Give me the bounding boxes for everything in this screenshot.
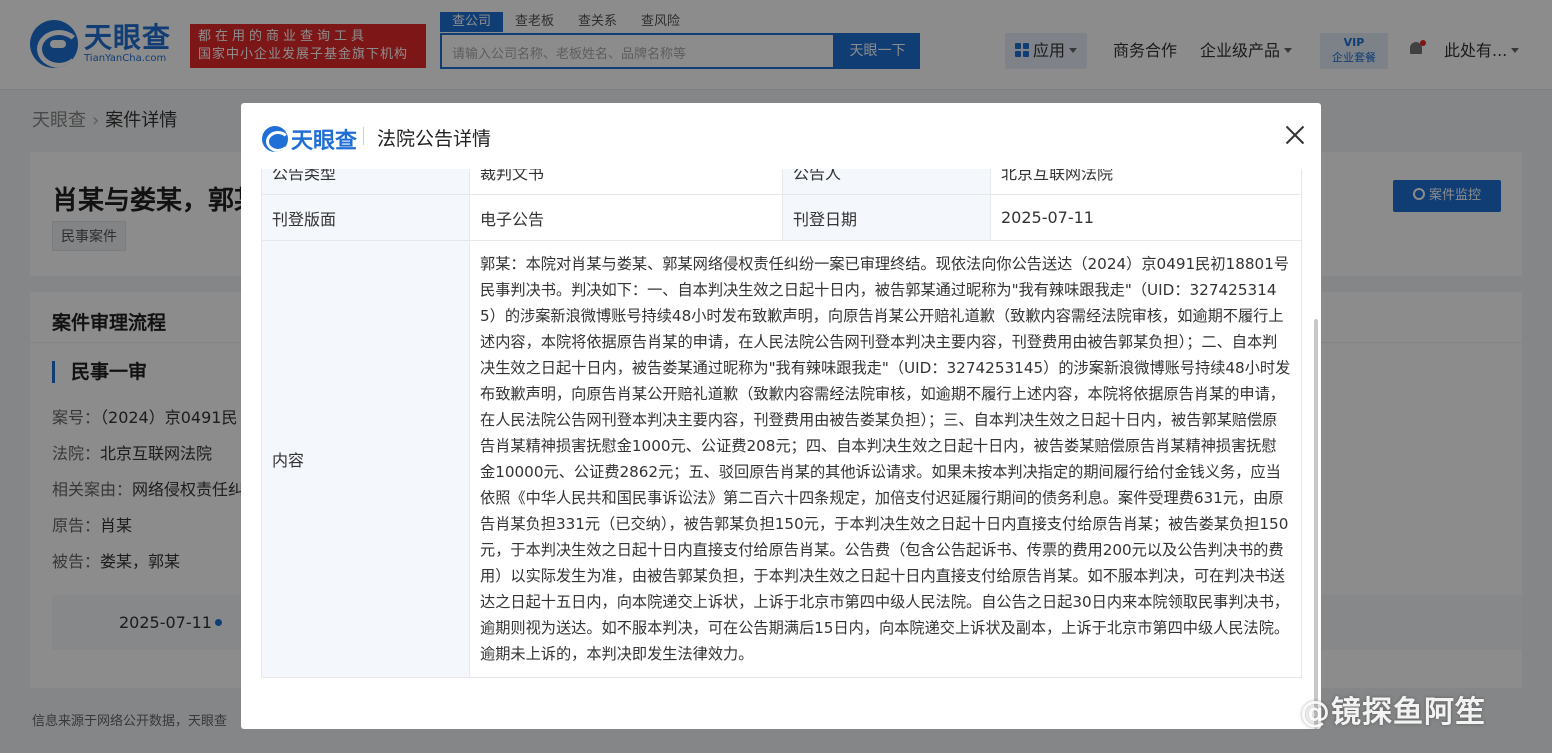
modal-body[interactable]: 公告类型 裁判文书 公告人 北京互联网法院 刊登版面 电子公告 刊登日期 202… xyxy=(261,169,1303,729)
watermark: @镜探鱼阿笙 xyxy=(1300,695,1486,730)
logo-icon xyxy=(262,126,288,152)
layout-value: 电子公告 xyxy=(469,194,783,241)
announcer-label: 公告人 xyxy=(782,169,991,195)
layout-label: 刊登版面 xyxy=(261,194,470,241)
announcer-value: 北京互联网法院 xyxy=(990,169,1302,195)
table-row: 内容 郭某：本院对肖某与娄某、郭某网络侵权责任纠纷一案已审理终结。现依法向你公告… xyxy=(261,240,1302,678)
close-icon[interactable] xyxy=(1283,123,1307,147)
table-row: 公告类型 裁判文书 公告人 北京互联网法院 xyxy=(261,169,1302,195)
modal-logo: 天眼查 xyxy=(262,123,357,155)
table-row: 刊登版面 电子公告 刊登日期 2025-07-11 xyxy=(261,194,1302,241)
date-value: 2025-07-11 xyxy=(990,194,1302,241)
modal-header: 天眼查 法院公告详情 xyxy=(241,103,1321,169)
type-label: 公告类型 xyxy=(261,169,470,195)
notice-table: 公告类型 裁判文书 公告人 北京互联网法院 刊登版面 电子公告 刊登日期 202… xyxy=(261,169,1302,678)
type-value: 裁判文书 xyxy=(469,169,783,195)
modal-logo-text: 天眼查 xyxy=(291,129,358,154)
content-label: 内容 xyxy=(261,240,470,678)
date-label: 刊登日期 xyxy=(782,194,991,241)
court-notice-modal: 天眼查 法院公告详情 公告类型 裁判文书 公告人 北京互联网法院 刊登版面 电子… xyxy=(241,103,1321,729)
divider xyxy=(363,127,364,145)
modal-title: 法院公告详情 xyxy=(377,128,492,150)
content-value: 郭某：本院对肖某与娄某、郭某网络侵权责任纠纷一案已审理终结。现依法向你公告送达（… xyxy=(469,240,1302,678)
scrollbar-thumb[interactable] xyxy=(1314,319,1318,729)
